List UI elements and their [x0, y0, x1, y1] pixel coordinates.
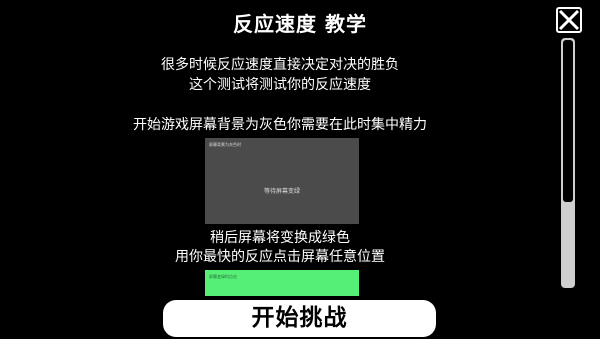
page-title: 反应速度 教学	[233, 12, 367, 36]
close-x-icon	[558, 9, 580, 31]
start-challenge-button[interactable]: 开始挑战	[163, 300, 436, 337]
scrollbar[interactable]	[561, 38, 575, 288]
gray-demo-center-text: 等待屏幕变绿	[263, 188, 300, 195]
intro-line-2: 这个测试将测试你的反应速度	[189, 77, 371, 93]
close-button[interactable]	[556, 7, 582, 33]
step2-line-2: 用你最快的反应点击屏幕任意位置	[175, 249, 385, 265]
green-demo-label: 屏幕变绿时点击	[209, 274, 237, 279]
step2-line-1: 稍后屏幕将变换成绿色	[210, 230, 350, 246]
step1-instruction: 开始游戏屏幕背景为灰色你需要在此时集中精力	[133, 117, 427, 133]
green-screen-demo: 屏幕变绿时点击	[205, 270, 359, 296]
intro-line-1: 很多时候反应速度直接决定对决的胜负	[161, 57, 399, 73]
gray-demo-label: 屏幕背景为灰色时	[209, 142, 241, 147]
scrollbar-thumb[interactable]	[563, 40, 573, 202]
gray-screen-demo: 屏幕背景为灰色时 等待屏幕变绿	[205, 138, 359, 224]
